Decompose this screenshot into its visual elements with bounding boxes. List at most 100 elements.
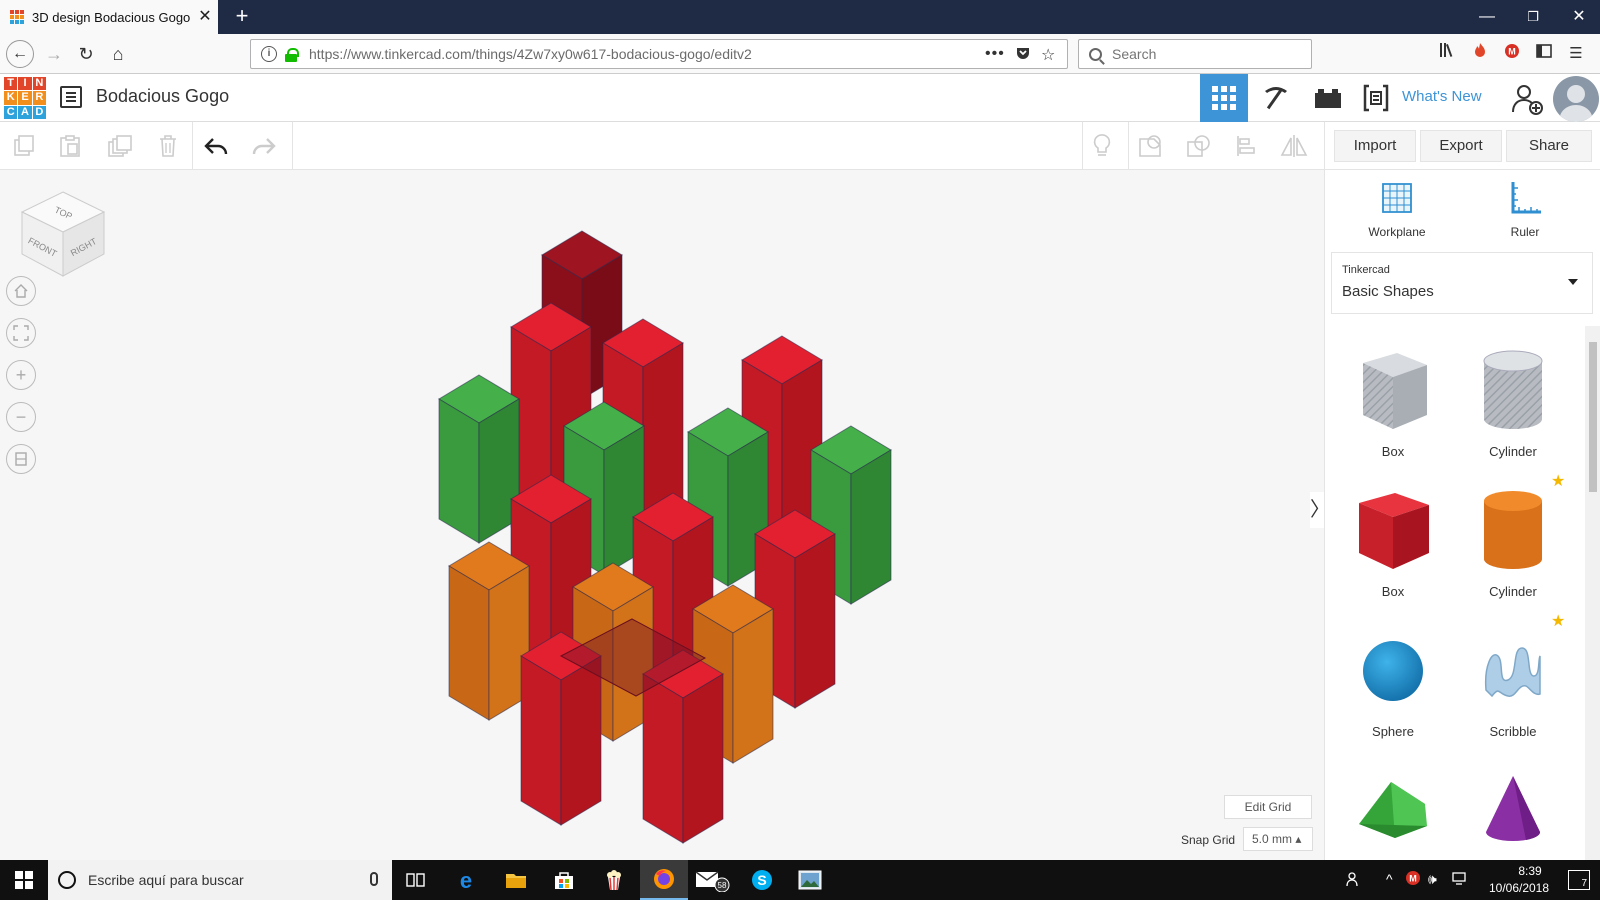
design-list-icon[interactable]	[60, 86, 82, 108]
design-title[interactable]: Bodacious Gogo	[96, 86, 229, 107]
search-bar[interactable]	[1078, 39, 1312, 69]
shape-hole-cylinder[interactable]: Cylinder	[1453, 336, 1573, 466]
export-button[interactable]: Export	[1420, 130, 1502, 162]
panel-scrollbar[interactable]	[1585, 326, 1600, 860]
codeblocks-icon[interactable]	[1352, 74, 1400, 122]
popcorn-app-icon[interactable]	[590, 860, 638, 900]
shape-roof[interactable]	[1333, 754, 1453, 860]
group-icon[interactable]	[1134, 130, 1166, 162]
firefox-icon[interactable]	[640, 860, 688, 900]
store-icon[interactable]	[540, 860, 588, 900]
forward-icon[interactable]: →	[40, 40, 68, 68]
block-face	[732, 608, 774, 764]
edge-browser-icon[interactable]: e	[442, 860, 490, 900]
duplicate-icon[interactable]	[104, 130, 136, 162]
shape-library-select[interactable]: Tinkercad Basic Shapes	[1331, 252, 1593, 314]
action-center-icon[interactable]: 7	[1568, 870, 1590, 890]
mirror-icon[interactable]	[1278, 130, 1310, 162]
minimize-icon[interactable]: —	[1464, 0, 1510, 34]
shape-hole-box[interactable]: Box	[1333, 336, 1453, 466]
design-block[interactable]	[438, 374, 520, 544]
mail-icon[interactable]: 58	[690, 860, 738, 900]
snap-grid-label: Snap Grid	[1181, 833, 1236, 847]
paste-icon[interactable]	[54, 130, 86, 162]
back-icon[interactable]: ←	[6, 40, 34, 68]
clock-time[interactable]: 8:39	[1500, 864, 1560, 878]
clock-date[interactable]: 10/06/2018	[1482, 881, 1556, 895]
bricks-icon[interactable]	[1304, 74, 1352, 122]
design-block[interactable]	[448, 541, 530, 721]
new-tab-icon[interactable]: +	[230, 4, 254, 28]
page-actions-icon[interactable]: •••	[985, 45, 1005, 63]
3d-workplane-viewport[interactable]: TOP FRONT RIGHT + − 〉 Edit Grid Snap Gri…	[0, 170, 1330, 860]
tinkercad-logo[interactable]: T I N K E R C A D	[4, 77, 46, 119]
ungroup-icon[interactable]	[1182, 130, 1214, 162]
workplane-button[interactable]: Workplane	[1347, 180, 1447, 239]
lightbulb-icon[interactable]	[1086, 130, 1118, 162]
scrollbar-thumb[interactable]	[1589, 342, 1597, 492]
volume-icon[interactable]: 🕪	[1428, 871, 1437, 888]
dropdown-arrow-icon	[1568, 279, 1578, 285]
gmail-tray-icon[interactable]: M	[1406, 871, 1420, 888]
library-name: Basic Shapes	[1342, 283, 1434, 300]
edit-toolbar: Import Export Share	[0, 122, 1600, 170]
library-icon[interactable]	[1436, 42, 1460, 66]
file-explorer-icon[interactable]	[492, 860, 540, 900]
url-bar[interactable]: i https://www.tinkercad.com/things/4Zw7x…	[250, 39, 1068, 69]
shape-box[interactable]: Box	[1333, 476, 1453, 606]
info-icon[interactable]: i	[261, 46, 277, 62]
microphone-icon[interactable]	[370, 872, 378, 886]
shape-cone[interactable]	[1453, 754, 1573, 860]
pocket-icon[interactable]	[1015, 45, 1031, 66]
import-button[interactable]: Import	[1334, 130, 1416, 162]
home-icon[interactable]: ⌂	[104, 40, 132, 68]
people-icon[interactable]	[1346, 871, 1362, 890]
favorite-star-icon[interactable]: ★	[1551, 474, 1567, 490]
windows-start-icon[interactable]	[0, 860, 48, 900]
align-icon[interactable]	[1230, 130, 1262, 162]
edit-grid-button[interactable]: Edit Grid	[1224, 795, 1312, 819]
svg-text:S: S	[757, 872, 766, 888]
photos-app-icon[interactable]	[786, 860, 834, 900]
design-scene[interactable]	[0, 170, 1300, 860]
taskbar-search-text: Escribe aquí para buscar	[88, 872, 244, 888]
invite-user-icon[interactable]	[1510, 82, 1544, 116]
ruler-button[interactable]: Ruler	[1475, 180, 1575, 239]
copy-icon[interactable]	[8, 130, 40, 162]
gmail-extension-icon[interactable]: M	[1500, 42, 1524, 66]
avatar[interactable]	[1553, 76, 1599, 122]
delete-icon[interactable]	[152, 130, 184, 162]
fire-extension-icon[interactable]	[1468, 42, 1492, 66]
undo-icon[interactable]	[200, 130, 232, 162]
restore-icon[interactable]: ❐	[1510, 0, 1556, 34]
skype-icon[interactable]: S	[738, 860, 786, 900]
red-box-icon	[1348, 486, 1438, 576]
whats-new-link[interactable]: What's New	[1402, 88, 1482, 105]
tinkercad-header: T I N K E R C A D Bodacious Gogo What's …	[0, 74, 1600, 122]
shape-cylinder[interactable]: Cylinder	[1453, 476, 1573, 606]
window-close-icon[interactable]: ✕	[1556, 0, 1600, 34]
sidebar-icon[interactable]	[1532, 42, 1556, 66]
minecraft-pickaxe-icon[interactable]	[1252, 74, 1300, 122]
redo-icon[interactable]	[248, 130, 280, 162]
shape-scribble[interactable]: Scribble	[1453, 616, 1573, 746]
reload-icon[interactable]: ↻	[72, 40, 100, 68]
block-face	[438, 398, 480, 544]
close-icon[interactable]: ✕	[196, 8, 214, 26]
bookmark-star-icon[interactable]: ☆	[1041, 45, 1055, 65]
chevron-up-icon[interactable]: ^	[1386, 871, 1393, 887]
lock-icon	[285, 47, 299, 62]
hamburger-menu-icon[interactable]: ☰	[1564, 42, 1588, 66]
url-text[interactable]: https://www.tinkercad.com/things/4Zw7xy0…	[309, 46, 752, 62]
share-button[interactable]: Share	[1506, 130, 1592, 162]
browser-tab[interactable]: 3D design Bodacious Gogo | Tinkercad ✕	[0, 0, 218, 34]
3d-design-view-icon[interactable]	[1200, 74, 1248, 122]
search-input[interactable]	[1112, 46, 1302, 62]
workplane-icon	[1382, 183, 1412, 213]
task-view-icon[interactable]	[392, 860, 440, 900]
network-icon[interactable]	[1452, 871, 1468, 888]
favorite-star-icon[interactable]: ★	[1551, 614, 1567, 630]
taskbar-search-box[interactable]: Escribe aquí para buscar	[48, 860, 392, 900]
shape-sphere[interactable]: Sphere	[1333, 616, 1453, 746]
snap-grid-select[interactable]: 5.0 mm ▴	[1243, 827, 1313, 851]
